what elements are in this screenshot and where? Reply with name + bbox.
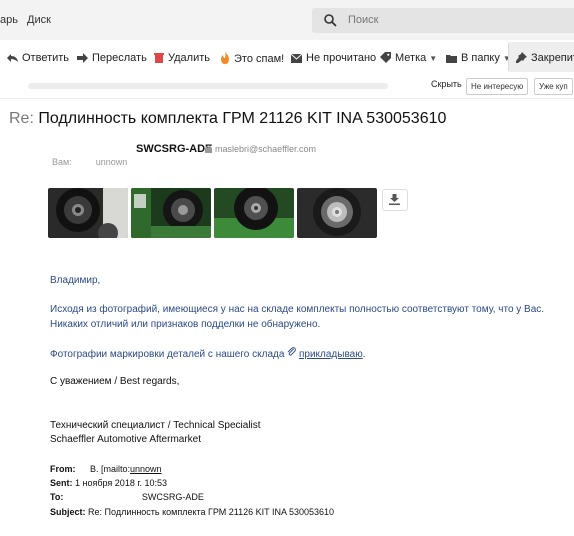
pin-button[interactable]: Закрепить <box>516 52 574 64</box>
photo-1-icon <box>48 188 128 238</box>
label-button[interactable]: Метка ▼ <box>380 52 437 64</box>
forward-label: Переслать <box>92 52 147 64</box>
mark-unread-button[interactable]: Не прочитано <box>290 52 377 64</box>
photo-2-icon <box>131 188 211 238</box>
toolbar-divider <box>508 43 509 71</box>
quoted-subject: Subject: Re: Подлинность комплекта ГРМ 2… <box>50 507 334 517</box>
folder-icon <box>446 55 457 63</box>
to-value: unnown <box>95 157 128 167</box>
quoted-sent-value: 1 ноября 2018 г. 10:53 <box>75 478 168 488</box>
greeting: Владимир, <box>50 275 101 286</box>
chevron-down-icon: ▼ <box>502 54 511 63</box>
nav-link-disk[interactable]: Диск <box>27 14 51 26</box>
attachments-link[interactable]: прикладываю <box>299 349 363 360</box>
paragraph-1-line-1: Исходя из фотографий, имеющиеся у нас на… <box>50 304 545 315</box>
label-label: Метка <box>395 52 427 64</box>
search-placeholder: Поиск <box>348 14 379 26</box>
download-icon <box>389 194 400 205</box>
already-bought-button[interactable]: Уже куп <box>534 78 573 95</box>
regards: С уважением / Best regards, <box>50 376 180 387</box>
reply-icon <box>7 54 18 62</box>
attachment-thumbnail-1[interactable] <box>48 188 128 238</box>
quoted-to: To: SWCSRG-ADE <box>50 492 204 502</box>
lock-icon <box>205 145 212 153</box>
forward-button[interactable]: Переслать <box>77 52 147 64</box>
search-input[interactable]: Поиск <box>312 8 574 33</box>
spam-label: Это спам! <box>234 53 285 65</box>
unread-label: Не прочитано <box>306 52 377 64</box>
folder-label: В папку <box>461 52 500 64</box>
hide-button[interactable]: Скрыть <box>431 79 462 89</box>
pin-icon <box>516 52 527 63</box>
photos-text: Фотографии маркировки деталей с нашего с… <box>50 349 285 360</box>
recipient-line: Вам: unnown <box>52 157 127 167</box>
delete-label: Удалить <box>168 52 210 64</box>
quoted-subject-label: Subject: <box>50 507 86 517</box>
quoted-from-value: В. [mailto: <box>90 464 131 474</box>
quoted-from-label: From: <box>50 464 76 474</box>
signature-title: Технический специалист / Technical Speci… <box>50 420 261 431</box>
search-icon <box>324 14 337 32</box>
reply-button[interactable]: Ответить <box>7 52 69 64</box>
sender-email[interactable]: maslebri@schaeffler.com <box>205 144 316 154</box>
reply-label: Ответить <box>22 52 70 64</box>
subject-prefix: Re: <box>9 110 34 127</box>
promo-text-blurred <box>28 83 388 89</box>
quoted-to-label: To: <box>50 492 64 502</box>
move-to-folder-button[interactable]: В папку ▼ <box>446 52 511 64</box>
signature-company: Schaeffler Automotive Aftermarket <box>50 434 202 445</box>
tag-icon <box>380 52 391 63</box>
quoted-from-link[interactable]: unnown <box>130 464 162 474</box>
quoted-sent-label: Sent: <box>50 478 73 488</box>
photos-end: . <box>362 349 366 360</box>
attachment-thumbnail-4[interactable] <box>297 188 377 238</box>
photo-3-icon <box>214 188 294 238</box>
trash-icon <box>154 53 164 63</box>
paragraph-1-line-2: Никаких отличий или признаков подделки н… <box>50 319 321 330</box>
photos-paragraph: Фотографии маркировки деталей с нашего с… <box>50 347 365 360</box>
to-label: Вам: <box>52 157 72 167</box>
photo-4-icon <box>297 188 377 238</box>
envelope-icon <box>290 53 303 63</box>
nav-link-calendar[interactable]: арь <box>0 14 18 26</box>
forward-icon <box>77 53 88 63</box>
attachment-thumbnail-2[interactable] <box>131 188 211 238</box>
fire-icon <box>221 52 229 64</box>
chevron-down-icon: ▼ <box>429 54 438 63</box>
delete-button[interactable]: Удалить <box>154 52 210 64</box>
promo-row: Скрыть Не интересую Уже куп <box>0 74 574 99</box>
quoted-from: From: В. [mailto:unnown <box>50 464 162 474</box>
spam-button[interactable]: Это спам! <box>220 52 284 65</box>
pin-label: Закрепить <box>531 52 574 64</box>
quoted-sent: Sent: 1 ноября 2018 г. 10:53 <box>50 478 167 488</box>
attachment-thumbnail-3[interactable] <box>214 188 294 238</box>
sender-email-text: maslebri@schaeffler.com <box>215 144 317 154</box>
quoted-subject-value: Re: Подлинность комплекта ГРМ 21126 KIT … <box>88 507 335 517</box>
subject-text: Подлинность комплекта ГРМ 21126 KIT INA … <box>38 110 447 127</box>
paperclip-icon <box>287 347 299 360</box>
message-subject: Re: Подлинность комплекта ГРМ 21126 KIT … <box>9 110 446 128</box>
not-interested-button[interactable]: Не интересую <box>466 78 529 95</box>
quoted-to-value: SWCSRG-ADE <box>141 492 204 502</box>
sender-name[interactable]: SWCSRG-ADE <box>136 143 212 155</box>
download-attachments-button[interactable] <box>382 189 408 211</box>
